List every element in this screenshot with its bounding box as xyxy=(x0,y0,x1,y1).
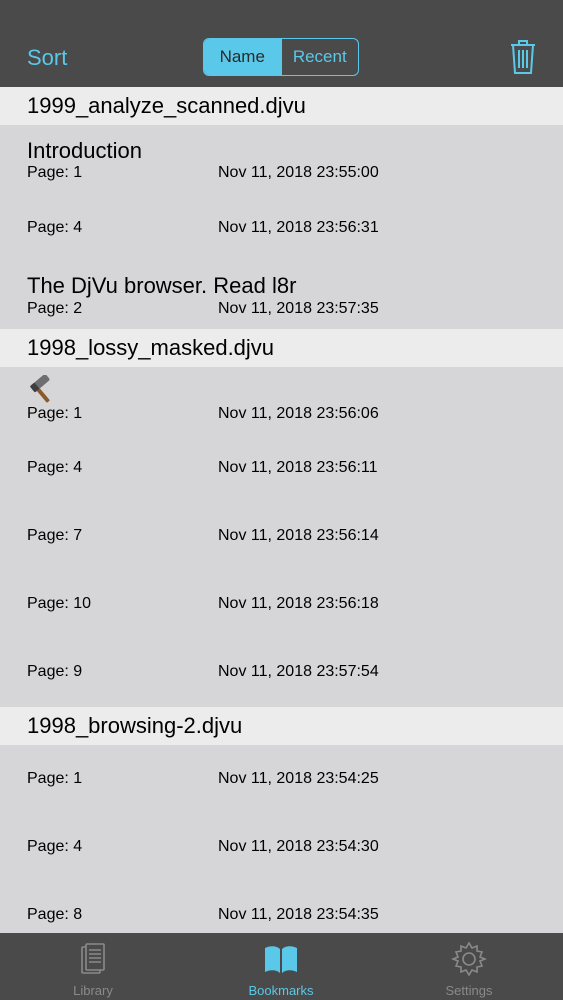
bookmark-page: Page: 2 xyxy=(27,300,83,317)
tab-label: Library xyxy=(73,983,113,998)
tab-bar: Library Bookmarks Settings xyxy=(0,933,563,1000)
bookmark-row[interactable]: The DjVu browser. Read l8r Page: 2 Nov 1… xyxy=(0,251,563,329)
bookmark-date: Nov 11, 2018 23:55:00 xyxy=(218,164,379,181)
bookmark-row[interactable]: Page: 1 Nov 11, 2018 23:54:25 xyxy=(0,745,563,813)
section-file-name: 1999_analyze_scanned.djvu xyxy=(27,93,306,118)
bookmark-page: Page: 8 xyxy=(27,906,83,923)
bookmark-title: Introduction xyxy=(27,138,142,163)
bookmark-row[interactable]: Page: 4 Nov 11, 2018 23:56:11 xyxy=(0,425,563,493)
bookmark-date: Nov 11, 2018 23:56:11 xyxy=(218,459,378,476)
library-icon xyxy=(81,943,105,974)
sort-button[interactable]: Sort xyxy=(27,44,67,72)
sort-segmented-control: Name Recent xyxy=(203,38,359,76)
bookmark-row[interactable]: Page: 4 Nov 11, 2018 23:54:30 xyxy=(0,813,563,881)
tab-settings[interactable]: Settings xyxy=(409,933,529,1000)
navigation-bar: Sort Name Recent xyxy=(0,0,563,87)
settings-icon xyxy=(451,941,487,977)
tab-label: Settings xyxy=(445,983,493,998)
section-file-name: 1998_browsing-2.djvu xyxy=(27,713,243,738)
bookmark-row[interactable]: Page: 9 Nov 11, 2018 23:57:54 xyxy=(0,629,563,707)
bookmark-page: Page: 4 xyxy=(27,219,83,236)
bookmark-date: Nov 11, 2018 23:56:31 xyxy=(218,219,379,236)
bookmarks-list: 1999_analyze_scanned.djvu Introduction P… xyxy=(0,87,563,933)
section-file-name: 1998_lossy_masked.djvu xyxy=(27,335,275,360)
section-header: 1999_analyze_scanned.djvu xyxy=(0,87,563,125)
trash-icon[interactable] xyxy=(508,38,538,76)
bookmark-page: Page: 1 xyxy=(27,164,83,181)
bookmark-row[interactable]: Page: 8 Nov 11, 2018 23:54:35 xyxy=(0,881,563,933)
bookmark-page: Page: 9 xyxy=(27,663,83,680)
bookmark-page: Page: 7 xyxy=(27,527,83,544)
segment-name[interactable]: Name xyxy=(204,39,281,75)
bookmark-date: Nov 11, 2018 23:54:30 xyxy=(218,838,379,855)
bookmark-title: The DjVu browser. Read l8r xyxy=(27,273,297,298)
bookmark-row[interactable]: Page: 4 Nov 11, 2018 23:56:31 xyxy=(0,197,563,251)
bookmark-date: Nov 11, 2018 23:57:35 xyxy=(218,300,379,317)
hammer-icon xyxy=(30,375,50,403)
bookmark-page: Page: 1 xyxy=(27,770,83,787)
bookmark-date: Nov 11, 2018 23:57:54 xyxy=(218,663,379,680)
bookmark-date: Nov 11, 2018 23:56:06 xyxy=(218,405,379,422)
bookmark-page: Page: 10 xyxy=(27,595,92,612)
tab-label: Bookmarks xyxy=(248,983,314,998)
bookmark-date: Nov 11, 2018 23:56:18 xyxy=(218,595,379,612)
bookmark-date: Nov 11, 2018 23:56:14 xyxy=(218,527,379,544)
bookmark-date: Nov 11, 2018 23:54:35 xyxy=(218,906,379,923)
bookmark-row[interactable]: Page: 7 Nov 11, 2018 23:56:14 xyxy=(0,493,563,561)
segment-recent[interactable]: Recent xyxy=(280,39,359,75)
bookmark-date: Nov 11, 2018 23:54:25 xyxy=(218,770,379,787)
bookmark-page: Page: 1 xyxy=(27,405,83,422)
bookmark-row[interactable]: Page: 1 Nov 11, 2018 23:56:06 xyxy=(0,367,563,425)
bookmark-page: Page: 4 xyxy=(27,838,83,855)
bookmark-page: Page: 4 xyxy=(27,459,83,476)
section-header: 1998_lossy_masked.djvu xyxy=(0,329,563,367)
bookmark-row[interactable]: Page: 10 Nov 11, 2018 23:56:18 xyxy=(0,561,563,629)
tab-bookmarks[interactable]: Bookmarks xyxy=(221,933,341,1000)
tab-library[interactable]: Library xyxy=(33,933,153,1000)
section-header: 1998_browsing-2.djvu xyxy=(0,707,563,745)
bookmarks-icon xyxy=(265,946,297,973)
